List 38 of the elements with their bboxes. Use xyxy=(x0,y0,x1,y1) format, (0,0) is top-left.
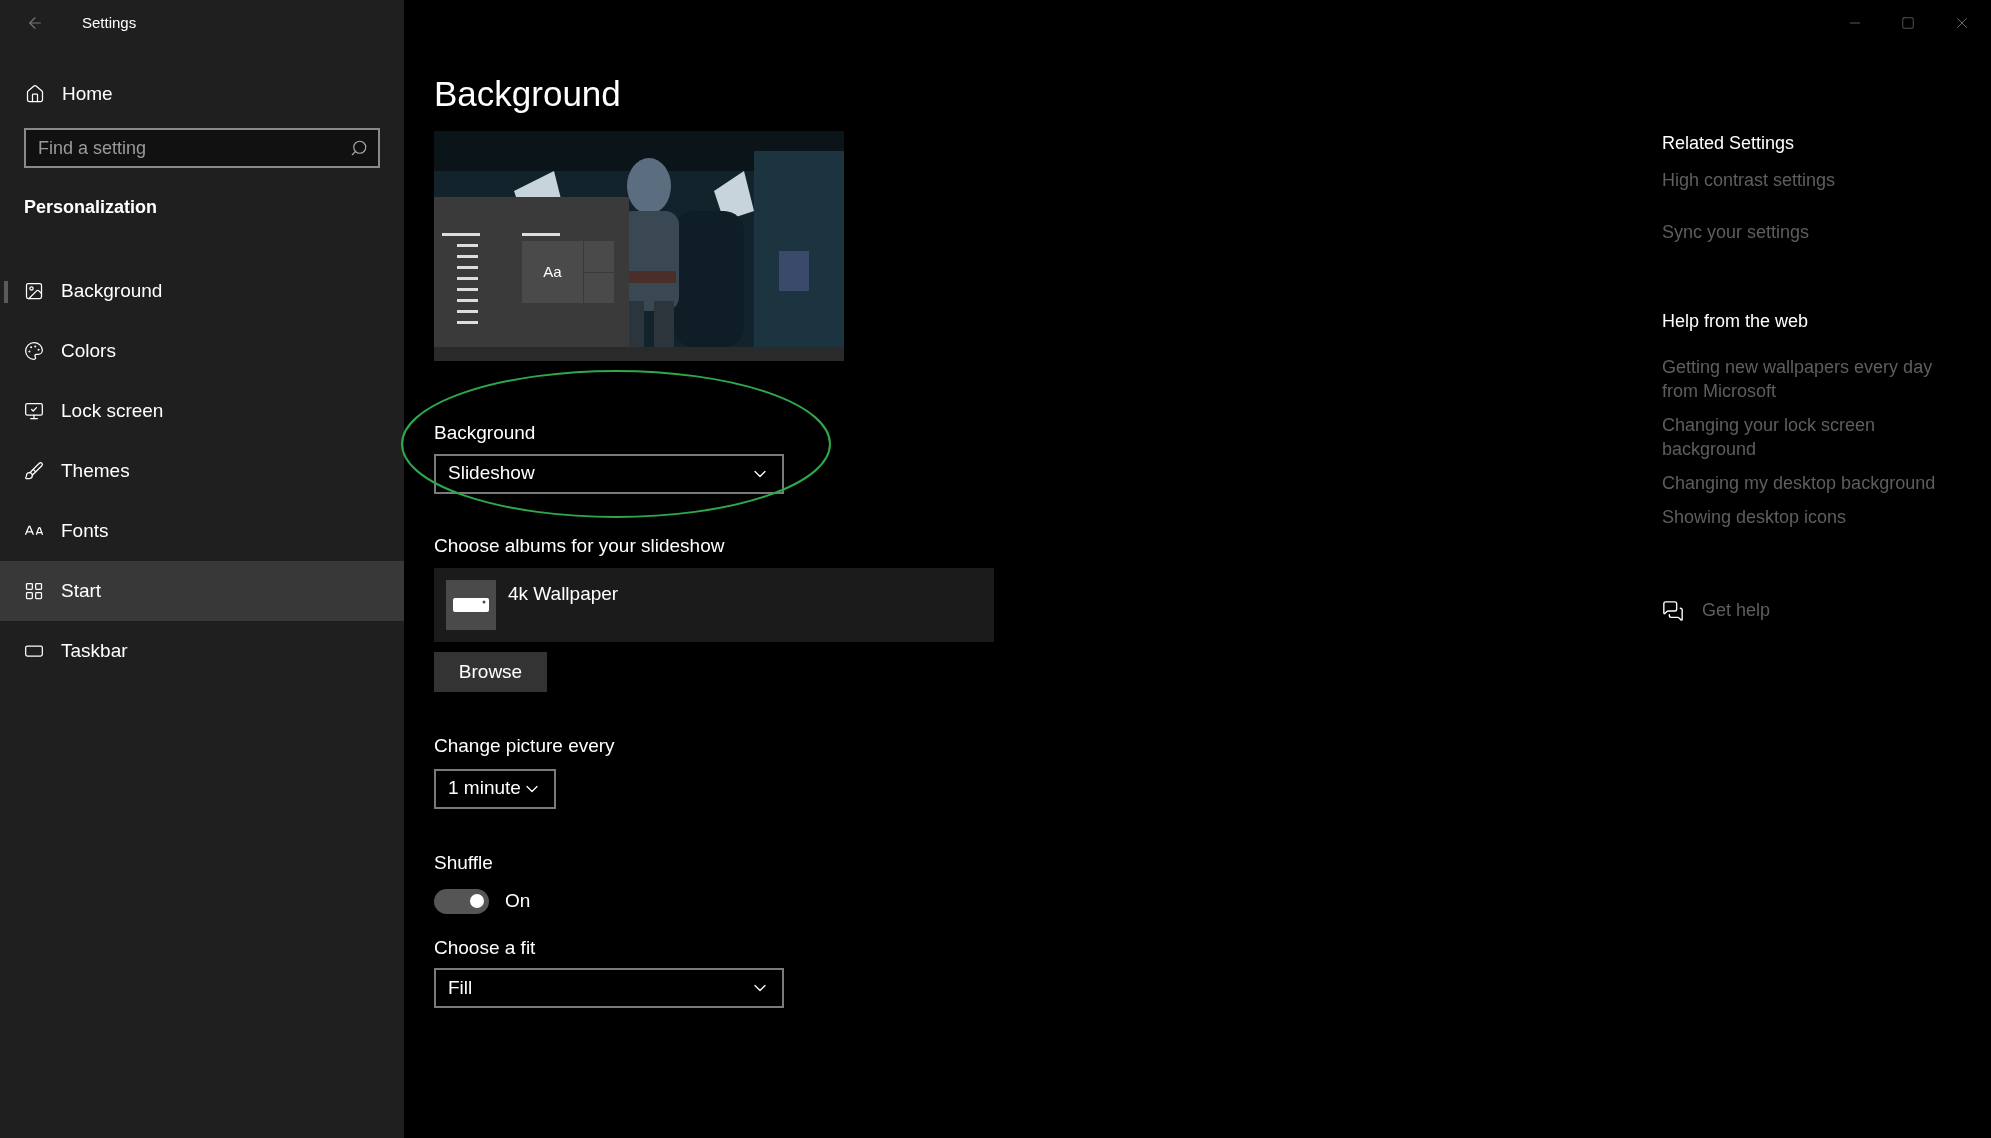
album-name: 4k Wallpaper xyxy=(508,582,619,606)
picture-icon xyxy=(24,281,44,301)
nav-item[interactable]: Start xyxy=(0,561,404,621)
brush-icon xyxy=(24,461,44,481)
field-label: Shuffle xyxy=(434,850,493,875)
drive-icon xyxy=(453,598,489,612)
nav-item[interactable]: Fonts xyxy=(0,501,404,561)
field-label: Choose albums for your slideshow xyxy=(434,533,725,558)
back-icon[interactable] xyxy=(26,14,44,32)
field-label: Choose a fit xyxy=(434,935,536,960)
home-icon xyxy=(25,84,45,104)
search-field[interactable]: Find a setting xyxy=(24,128,380,168)
search-icon xyxy=(350,139,368,157)
album-item[interactable]: 4k Wallpaper xyxy=(434,568,994,642)
screen-lock-icon xyxy=(24,401,44,421)
nav-item[interactable]: Background xyxy=(0,261,404,321)
nav-item[interactable]: Taskbar xyxy=(0,621,404,681)
field-label: Change picture every xyxy=(434,734,615,758)
background-dropdown[interactable]: Slideshow xyxy=(434,453,784,494)
browse-button[interactable]: Browse xyxy=(434,652,547,692)
interval-dropdown[interactable]: 1 minute xyxy=(434,768,556,809)
page-title: Background xyxy=(434,76,621,111)
section-title: Help from the web xyxy=(1662,310,1810,333)
window-title: Settings xyxy=(82,12,137,33)
grid-icon xyxy=(24,581,44,601)
nav-item[interactable]: Lock screen xyxy=(0,381,404,441)
tile-text: Aa xyxy=(522,241,583,303)
section-title: Personalization xyxy=(23,196,159,219)
nav-item[interactable]: Colors xyxy=(0,321,404,381)
palette-icon xyxy=(24,341,44,361)
fit-dropdown[interactable]: Fill xyxy=(434,968,784,1008)
toggle-state: On xyxy=(505,889,531,913)
chat-help-icon xyxy=(1662,599,1684,622)
field-label: Background xyxy=(434,421,537,445)
home-item[interactable]: Home xyxy=(0,76,404,112)
section-title: Related Settings xyxy=(1662,132,1796,155)
nav-item[interactable]: Themes xyxy=(0,441,404,501)
shuffle-toggle[interactable] xyxy=(434,888,489,914)
